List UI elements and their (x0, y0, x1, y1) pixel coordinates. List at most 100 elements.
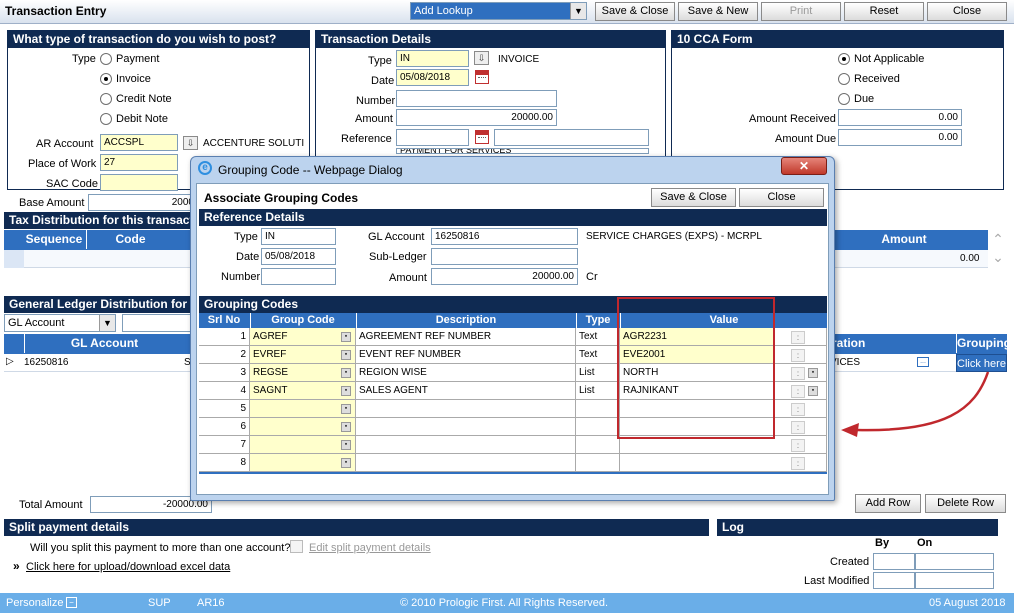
log-col-on: On (917, 537, 933, 549)
tax-col-code: Code (86, 230, 174, 249)
dialog-type-field[interactable]: IN (261, 228, 336, 245)
dialog-save-close-button[interactable]: Save & Close (651, 188, 736, 207)
txn-details-heading: Transaction Details (316, 31, 665, 48)
value-menu-icon[interactable]: : (791, 367, 805, 380)
grp-col-desc: Description (356, 313, 575, 328)
grp-cell-desc (356, 418, 576, 436)
group-code-lookup-icon[interactable]: ▪ (341, 404, 351, 414)
sac-code-field[interactable] (100, 174, 178, 191)
gl-row-account: 16250816 (24, 357, 69, 368)
base-amount-label: Base Amount (19, 197, 85, 209)
log-created-by (873, 553, 915, 570)
save-new-button[interactable]: Save & New (678, 2, 758, 21)
tax-scrollbar[interactable]: ⌃ ⌄ (990, 230, 1006, 280)
group-code-lookup-icon[interactable]: ▪ (341, 458, 351, 468)
gl-select[interactable]: GL Account ▼ (4, 314, 116, 332)
radio-received[interactable] (838, 73, 850, 85)
radio-not-applicable[interactable] (838, 53, 850, 65)
lookup-select[interactable]: Add Lookup ▼ (410, 2, 587, 20)
value-menu-icon[interactable]: : (791, 457, 805, 470)
dialog-gl-field[interactable]: 16250816 (431, 228, 578, 245)
lookup-select-value: Add Lookup (414, 5, 473, 17)
type-label: Type (72, 53, 96, 65)
value-menu-icon[interactable]: : (791, 421, 805, 434)
dialog-number-field[interactable] (261, 268, 336, 285)
value-menu-icon[interactable]: : (791, 385, 805, 398)
personalize-link[interactable]: Personalize (6, 597, 63, 609)
ar-account-field[interactable]: ACCSPL (100, 134, 178, 151)
group-code-lookup-icon[interactable]: ▪ (341, 386, 351, 396)
grp-cell-type (576, 418, 620, 436)
value-highlight-box (617, 297, 775, 439)
group-code-lookup-icon[interactable]: ▪ (341, 368, 351, 378)
grp-cell-type: Text (576, 346, 620, 364)
reference-calendar-icon[interactable] (475, 130, 489, 144)
calendar-icon[interactable] (475, 70, 489, 84)
reset-button[interactable]: Reset (844, 2, 924, 21)
radio-invoice[interactable] (100, 73, 112, 85)
dialog-amount-field[interactable]: 20000.00 (431, 268, 578, 285)
save-close-button[interactable]: Save & Close (595, 2, 675, 21)
radio-debit-note[interactable] (100, 113, 112, 125)
grp-cell-type (576, 436, 620, 454)
txn-date-field[interactable]: 05/08/2018 (396, 69, 469, 86)
ar-account-desc: ACCENTURE SOLUTI (203, 138, 305, 149)
txn-reference-field[interactable] (396, 129, 469, 146)
value-menu-icon[interactable]: : (791, 331, 805, 344)
dialog-subledger-field[interactable] (431, 248, 578, 265)
grp-cell-desc (356, 400, 576, 418)
group-code-lookup-icon[interactable]: ▪ (341, 440, 351, 450)
txn-type-field[interactable]: IN (396, 50, 469, 67)
txn-narration-field[interactable]: PAYMENT FOR SERVICES (396, 148, 649, 154)
dialog-close-icon[interactable]: ✕ (781, 157, 827, 175)
radio-credit-note[interactable] (100, 93, 112, 105)
grp-col-code: Group Code (250, 313, 355, 328)
txn-amount-field[interactable]: 20000.00 (396, 109, 557, 126)
amount-received-field[interactable]: 0.00 (838, 109, 962, 126)
print-button[interactable]: Print (761, 2, 841, 21)
place-of-work-field[interactable]: 27 (100, 154, 178, 171)
value-menu-icon[interactable]: : (791, 403, 805, 416)
txn-reference-extra-field[interactable] (494, 129, 649, 146)
grp-cell-srl: 4 (199, 382, 250, 400)
value-list-lookup-icon[interactable]: ▪ (808, 386, 818, 396)
radio-invoice-label: Invoice (116, 73, 151, 85)
excel-link[interactable]: Click here for upload/download excel dat… (26, 561, 230, 573)
group-code-lookup-icon[interactable]: ▪ (341, 332, 351, 342)
txn-type-lookup-icon[interactable]: ⇩ (474, 51, 489, 65)
collapse-icon[interactable]: − (66, 597, 77, 608)
cca-heading: 10 CCA Form (672, 31, 1003, 48)
dialog-date-field[interactable]: 05/08/2018 (261, 248, 336, 265)
gl-col-account: GL Account (24, 334, 184, 353)
log-modified-label: Last Modified (804, 575, 870, 587)
value-menu-icon[interactable]: : (791, 349, 805, 362)
ie-logo-icon: e (198, 161, 212, 175)
grp-cell-srl: 1 (199, 328, 250, 346)
ellipsis-icon[interactable]: ... (917, 357, 929, 367)
group-code-lookup-icon[interactable]: ▪ (341, 350, 351, 360)
tax-row-selector[interactable] (4, 250, 24, 268)
grp-cell-type (576, 400, 620, 418)
split-checkbox[interactable] (290, 540, 303, 553)
dialog-close-button[interactable]: Close (739, 188, 824, 207)
delete-row-button[interactable]: Delete Row (925, 494, 1006, 513)
radio-payment-label: Payment (116, 53, 160, 65)
radio-debit-note-label: Debit Note (116, 113, 168, 125)
edit-split-link[interactable]: Edit split payment details (309, 542, 431, 554)
value-list-lookup-icon[interactable]: ▪ (808, 368, 818, 378)
split-heading: Split payment details (4, 519, 709, 536)
radio-payment[interactable] (100, 53, 112, 65)
txn-number-field[interactable] (396, 90, 557, 107)
value-menu-icon[interactable]: : (791, 439, 805, 452)
txn-amount-label: Amount (355, 113, 393, 125)
radio-due[interactable] (838, 93, 850, 105)
grp-cell-desc (356, 454, 576, 472)
base-amount-field[interactable]: 2000 (88, 194, 198, 211)
group-code-lookup-icon[interactable]: ▪ (341, 422, 351, 432)
total-amount-label: Total Amount (19, 499, 83, 511)
add-row-button[interactable]: Add Row (855, 494, 921, 513)
lookup-down-icon[interactable]: ⇩ (183, 136, 198, 150)
amount-due-field[interactable]: 0.00 (838, 129, 962, 146)
close-button[interactable]: Close (927, 2, 1007, 21)
grp-cell-desc: SALES AGENT (356, 382, 576, 400)
